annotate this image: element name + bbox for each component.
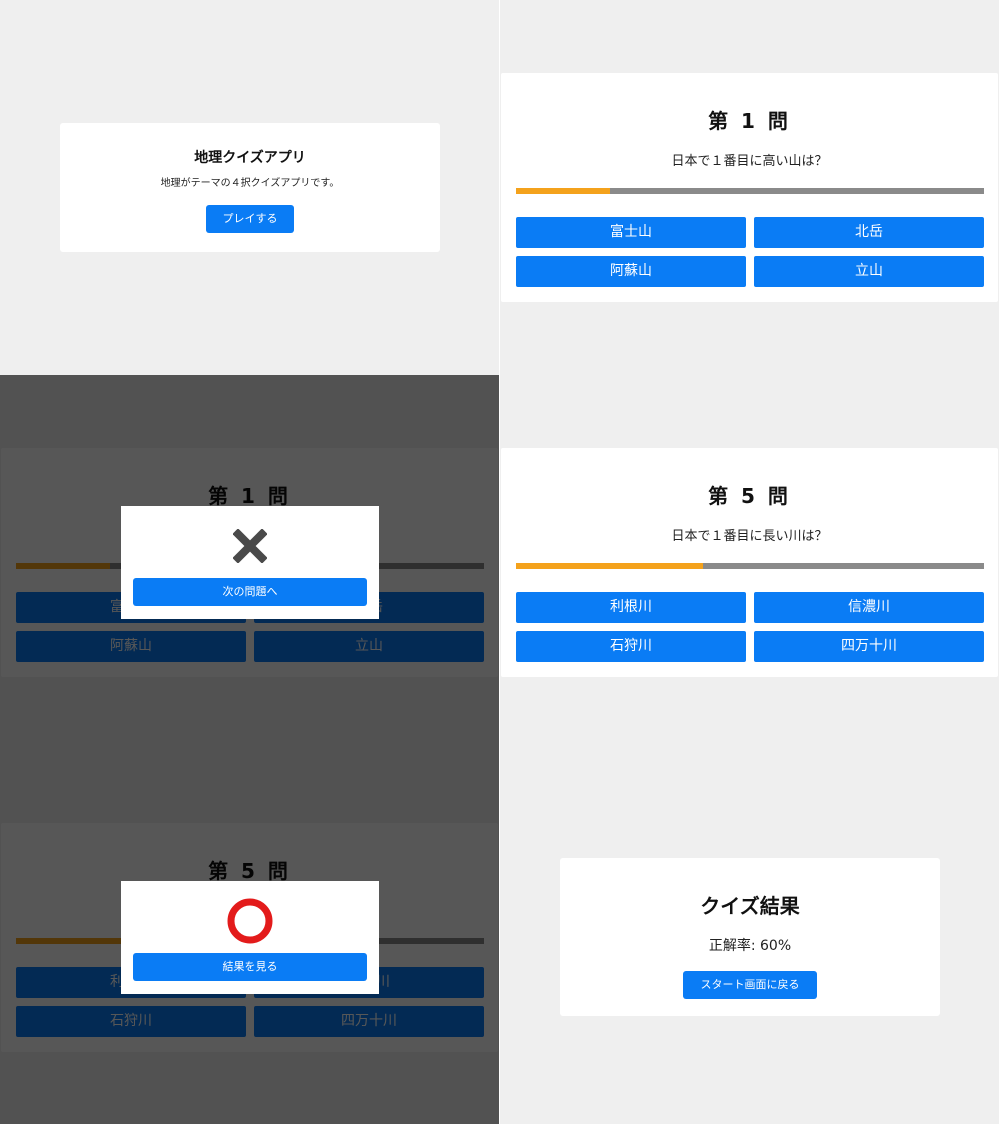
answer-button-2[interactable]: 北岳 bbox=[754, 217, 984, 248]
wrong-answer-screen: 第 1 問 日本で１番目に高い山は？ 富士山 北岳 阿蘇山 立山 次の問題へ bbox=[0, 375, 499, 750]
progress-fill bbox=[516, 188, 610, 194]
result-title: クイズ結果 bbox=[700, 894, 800, 918]
start-card: 地理クイズアプリ 地理がテーマの４択クイズアプリです。 プレイする bbox=[60, 123, 440, 252]
question-heading: 第 5 問 bbox=[708, 484, 791, 508]
circle-mark-icon bbox=[227, 898, 273, 944]
see-results-button[interactable]: 結果を見る bbox=[133, 953, 367, 981]
question-text: 日本で１番目に長い川は？ bbox=[671, 529, 828, 544]
question-card: 第 1 問 日本で１番目に高い山は？ 富士山 北岳 阿蘇山 立山 bbox=[501, 73, 998, 302]
question-screen-5: 第 5 問 日本で１番目に長い川は？ 利根川 信濃川 石狩川 四万十川 bbox=[500, 375, 999, 750]
play-button[interactable]: プレイする bbox=[206, 205, 294, 233]
question-card: 第 5 問 日本で１番目に長い川は？ 利根川 信濃川 石狩川 四万十川 bbox=[501, 448, 998, 677]
result-screen: クイズ結果 正解率: 60% スタート画面に戻る bbox=[500, 750, 999, 1124]
answer-button-4[interactable]: 四万十川 bbox=[754, 631, 984, 662]
question-heading: 第 1 問 bbox=[708, 109, 791, 133]
answer-button-4[interactable]: 立山 bbox=[754, 256, 984, 287]
wrong-answer-modal: 次の問題へ bbox=[121, 506, 379, 619]
correct-answer-screen: 第 5 問 日本で１番目に長い川は？ 利根川 信濃川 石狩川 四万十川 結果を見… bbox=[0, 750, 499, 1124]
question-text: 日本で１番目に高い山は？ bbox=[671, 154, 828, 169]
answer-button-3[interactable]: 阿蘇山 bbox=[516, 256, 746, 287]
answer-button-1[interactable]: 富士山 bbox=[516, 217, 746, 248]
progress-bar bbox=[516, 188, 984, 194]
answer-button-1[interactable]: 利根川 bbox=[516, 592, 746, 623]
start-screen: 地理クイズアプリ 地理がテーマの４択クイズアプリです。 プレイする bbox=[0, 0, 499, 375]
result-card: クイズ結果 正解率: 60% スタート画面に戻る bbox=[560, 858, 940, 1016]
back-to-start-button[interactable]: スタート画面に戻る bbox=[683, 971, 817, 999]
cross-mark-icon bbox=[233, 529, 267, 563]
app-description: 地理がテーマの４択クイズアプリです。 bbox=[160, 178, 340, 189]
app-title: 地理クイズアプリ bbox=[194, 150, 306, 166]
correct-answer-modal: 結果を見る bbox=[121, 881, 379, 994]
answer-button-3[interactable]: 石狩川 bbox=[516, 631, 746, 662]
question-screen-1: 第 1 問 日本で１番目に高い山は？ 富士山 北岳 阿蘇山 立山 bbox=[500, 0, 999, 375]
progress-bar bbox=[516, 563, 984, 569]
next-question-button[interactable]: 次の問題へ bbox=[133, 578, 367, 606]
correct-rate: 正解率: 60% bbox=[708, 938, 792, 954]
progress-fill bbox=[516, 563, 704, 569]
answer-button-2[interactable]: 信濃川 bbox=[754, 592, 984, 623]
